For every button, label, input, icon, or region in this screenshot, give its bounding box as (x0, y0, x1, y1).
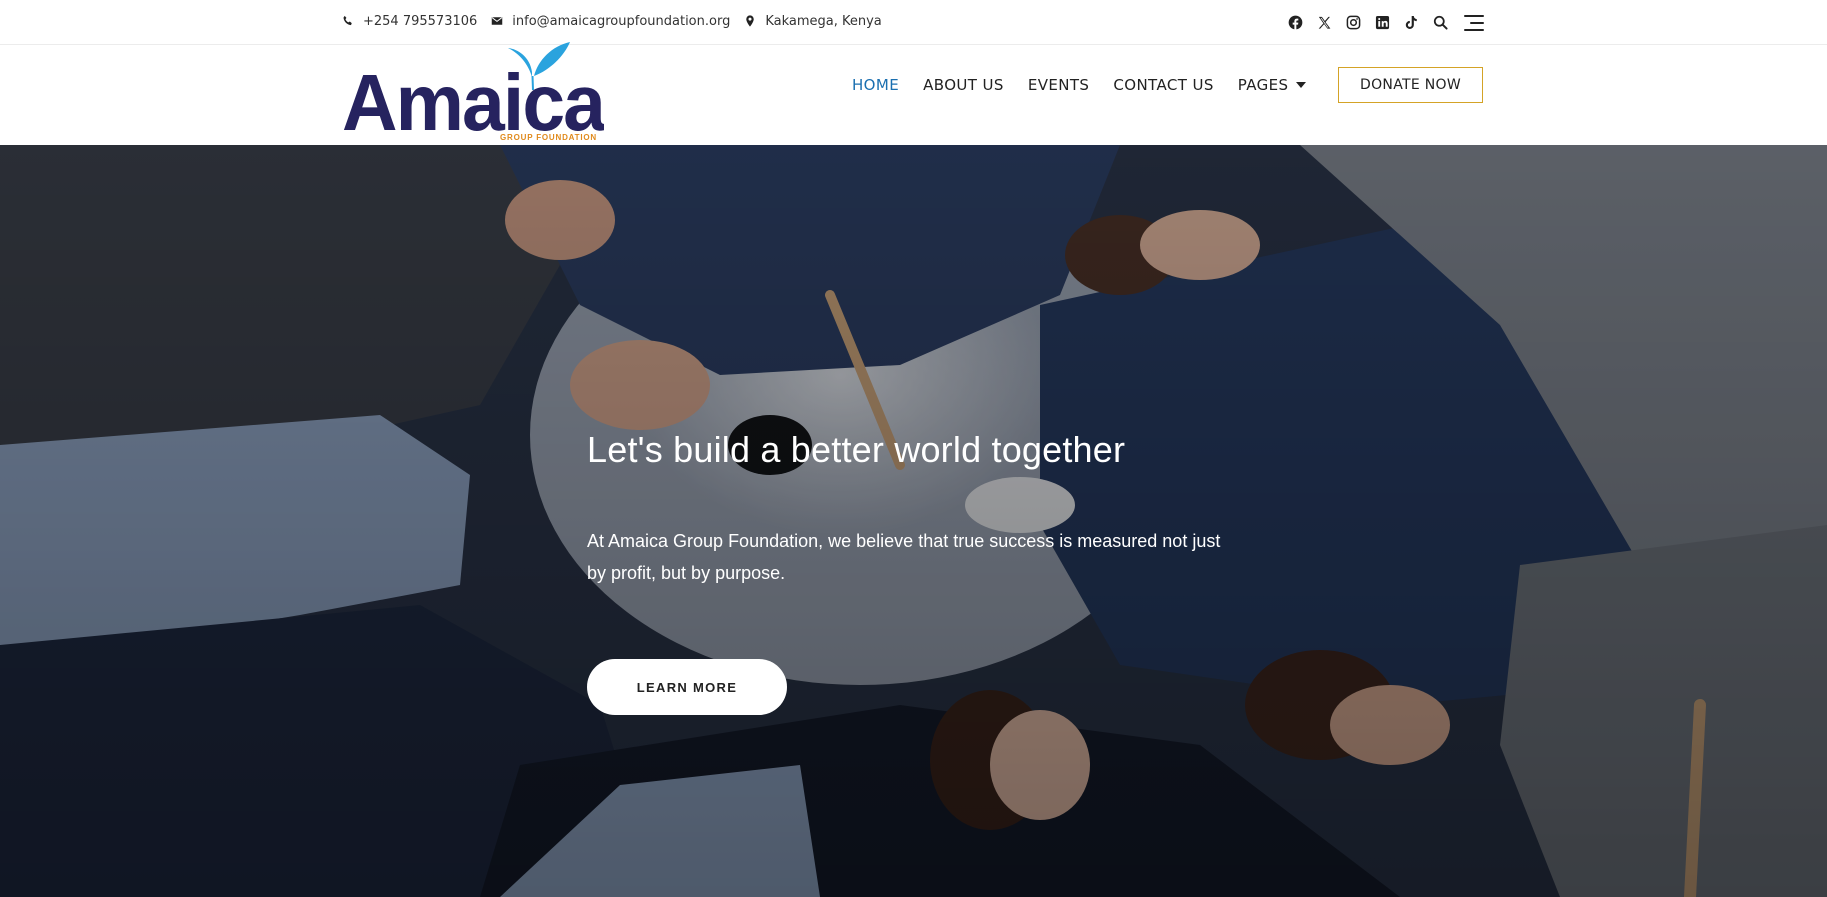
tiktok-icon[interactable] (1403, 15, 1419, 31)
linkedin-icon[interactable] (1374, 15, 1390, 31)
nav-contact-label: CONTACT US (1113, 76, 1214, 94)
instagram-icon[interactable] (1345, 15, 1361, 31)
nav-events-label: EVENTS (1027, 76, 1090, 94)
donate-now-button[interactable]: DONATE NOW (1338, 67, 1483, 103)
nav-home-label: HOME (852, 76, 900, 94)
hero-title: Let's build a better world together (587, 429, 1126, 470)
site-header: Amaica GROUP FOUNDATION HOME ABOUT US EV… (0, 42, 1827, 147)
facebook-icon[interactable] (1287, 15, 1303, 31)
phone-icon (343, 15, 352, 26)
map-pin-icon (746, 15, 755, 27)
learn-more-button[interactable]: LEARN MORE (587, 659, 787, 715)
top-bar: +254 795573106 info@amaicagroupfoundatio… (0, 0, 1827, 45)
nav-item-events[interactable]: EVENTS (1028, 76, 1090, 94)
phone-info[interactable]: +254 795573106 (342, 14, 477, 29)
caret-down-icon (1296, 82, 1307, 88)
location-info: Kakamega, Kenya (744, 13, 882, 29)
main-nav: HOME ABOUT US EVENTS CONTACT US PAGES (852, 45, 1307, 125)
social-links (1287, 0, 1484, 45)
nav-about-label: ABOUT US (923, 76, 1004, 94)
hero-description: At Amaica Group Foundation, we believe t… (587, 531, 1221, 583)
email-text: info@amaicagroupfoundation.org (512, 13, 731, 29)
location-text: Kakamega, Kenya (765, 13, 882, 29)
phone-text: +254 795573106 (363, 13, 478, 29)
logo-wordmark: Amaica (342, 58, 604, 142)
nav-item-home[interactable]: HOME (852, 76, 899, 94)
nav-item-about-us[interactable]: ABOUT US (923, 76, 1004, 94)
email-info[interactable]: info@amaicagroupfoundation.org (491, 14, 730, 29)
logo-tagline: GROUP FOUNDATION (500, 133, 597, 142)
menu-icon[interactable] (1464, 14, 1484, 31)
nav-item-contact-us[interactable]: CONTACT US (1113, 76, 1213, 94)
envelope-icon (492, 17, 503, 25)
hero-background-image (0, 145, 1827, 897)
site-logo[interactable]: Amaica GROUP FOUNDATION (342, 32, 608, 147)
hero-section: Let's build a better world together At A… (0, 145, 1827, 897)
nav-pages-label: PAGES (1237, 76, 1289, 94)
x-icon[interactable] (1316, 15, 1332, 31)
search-icon[interactable] (1432, 15, 1448, 31)
nav-item-pages[interactable]: PAGES (1238, 76, 1307, 94)
